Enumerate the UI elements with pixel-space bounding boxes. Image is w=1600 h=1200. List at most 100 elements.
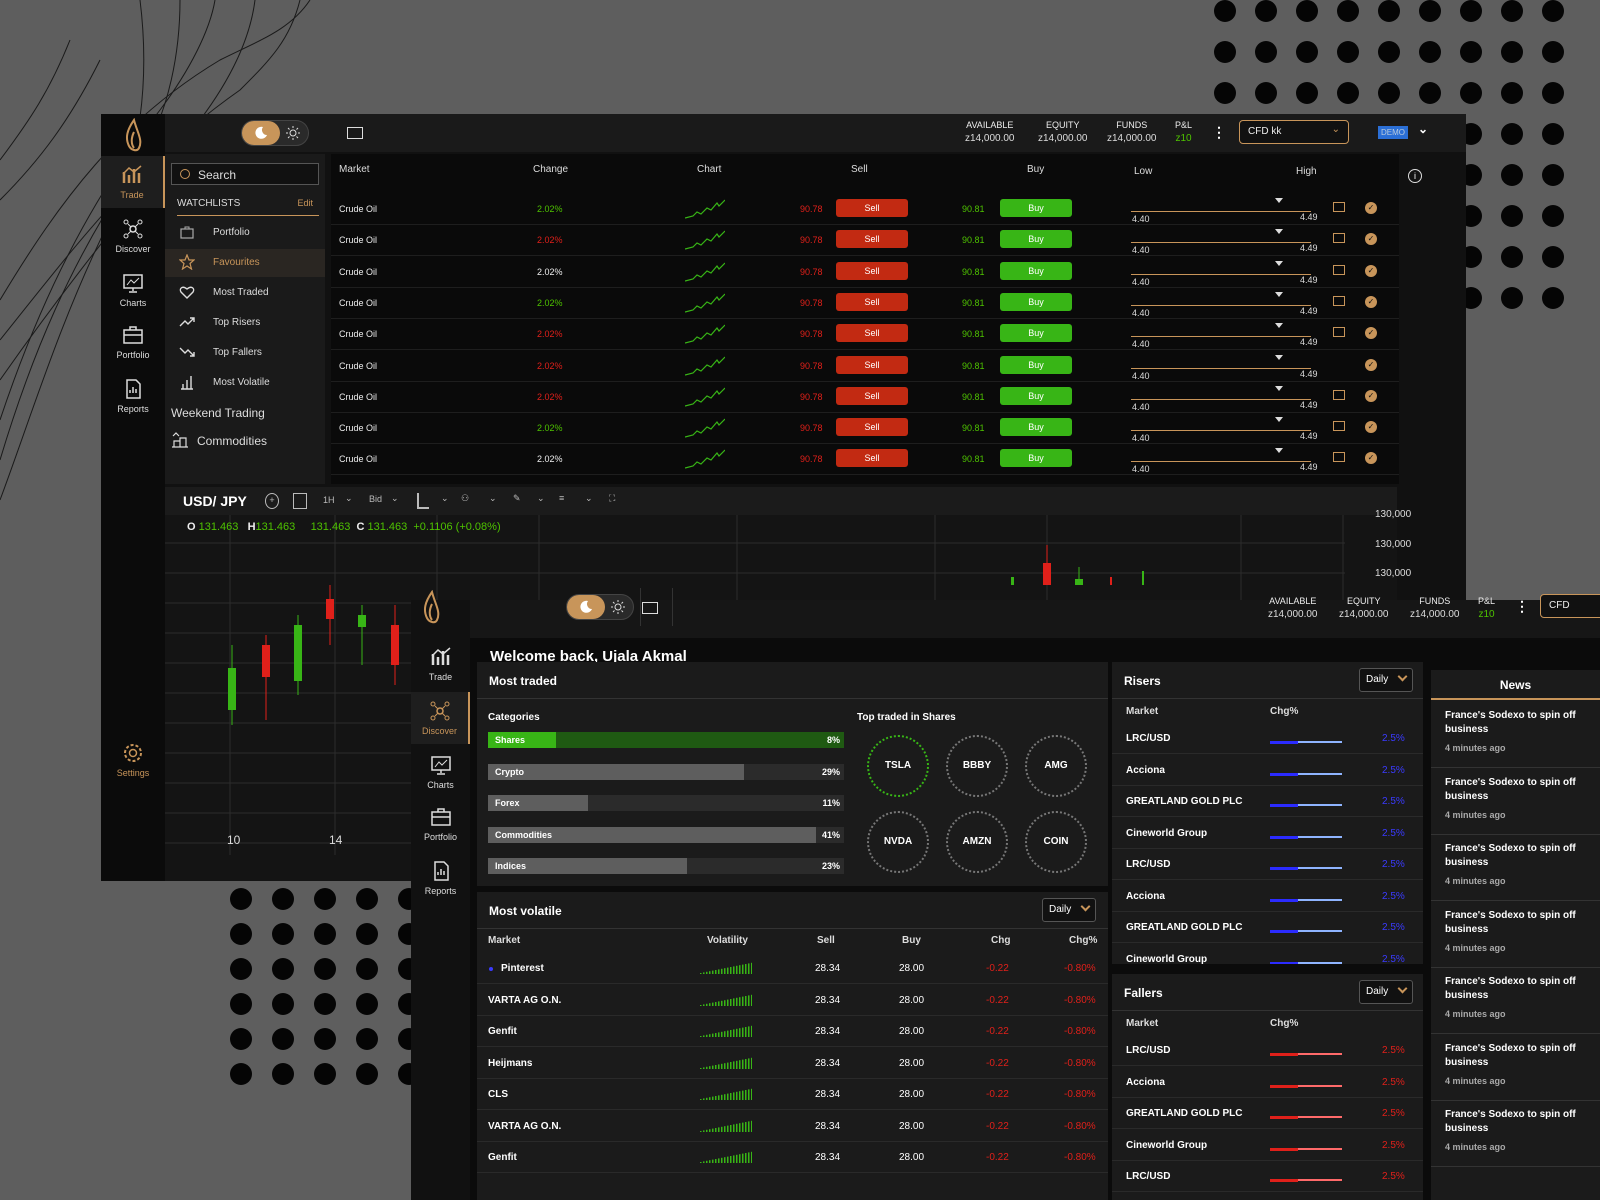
table-row[interactable]: VARTA AG O.N. 28.34 28.00 -0.22 -0.80% xyxy=(477,1110,1108,1142)
check-icon[interactable]: ✓ xyxy=(1365,327,1377,340)
monitor-icon[interactable] xyxy=(1333,202,1345,212)
drawing-tools-icon[interactable]: ⚇ xyxy=(461,493,469,509)
more-options-icon[interactable]: ⋮ xyxy=(1212,124,1226,141)
table-row[interactable]: GREATLAND GOLD PLC 2.5% xyxy=(1112,911,1423,943)
commodities-link[interactable]: Commodities xyxy=(171,432,267,448)
sell-button[interactable]: Sell xyxy=(836,230,908,249)
category-bar[interactable]: Indices 23% xyxy=(488,858,844,874)
market-row[interactable]: Crude Oil 2.02% 90.78 Sell 90.81 Buy 4.40 4.49 ✓ xyxy=(331,257,1399,288)
sell-button[interactable]: Sell xyxy=(836,324,908,343)
account-select[interactable]: CFD xyxy=(1540,594,1600,618)
monitor-icon[interactable] xyxy=(1333,295,1345,306)
nav-portfolio[interactable]: Portfolio xyxy=(411,798,470,850)
table-row[interactable]: Heijmans 28.34 28.00 -0.22 -0.80% xyxy=(477,1047,1108,1079)
nav-reports[interactable]: Reports xyxy=(101,370,165,422)
buy-button[interactable]: Buy xyxy=(1000,418,1072,437)
top-share-amzn[interactable]: AMZN xyxy=(946,811,1008,873)
table-row[interactable]: LRC/USD 2.5% xyxy=(1112,848,1423,880)
category-bar[interactable]: Shares 8% xyxy=(488,732,844,748)
monitor-icon[interactable] xyxy=(1333,327,1345,338)
nav-charts[interactable]: Charts xyxy=(101,264,165,316)
nav-trade[interactable]: Trade xyxy=(101,156,165,208)
check-icon[interactable]: ✓ xyxy=(1365,295,1377,308)
market-row[interactable]: Crude Oil 2.02% 90.78 Sell 90.81 Buy 4.40 4.49 ✓ xyxy=(331,444,1399,476)
table-row[interactable]: Acciona 2.5% xyxy=(1112,754,1423,786)
weekend-trading-link[interactable]: Weekend Trading xyxy=(171,406,265,420)
buy-button[interactable]: Buy xyxy=(1000,449,1072,468)
buy-button[interactable]: Buy xyxy=(1000,355,1072,374)
chevron-down-icon[interactable]: ⌄ xyxy=(537,493,545,509)
search-input[interactable]: Search xyxy=(171,163,319,185)
watchlist-item[interactable]: Most Traded xyxy=(165,279,325,307)
pencil-icon[interactable]: ✎ xyxy=(513,493,521,509)
table-row[interactable]: Cineworld Group 2.5% xyxy=(1112,817,1423,849)
sell-button[interactable]: Sell xyxy=(836,199,908,217)
account-select[interactable]: CFD kk ⌄ xyxy=(1239,120,1349,144)
top-share-tsla[interactable]: TSLA xyxy=(867,735,929,797)
check-icon[interactable]: ✓ xyxy=(1365,358,1377,371)
news-item[interactable]: France's Sodexo to spin off business 4 mi… xyxy=(1431,769,1600,835)
check-icon[interactable]: ✓ xyxy=(1365,452,1377,465)
chevron-down-icon[interactable]: ⌄ xyxy=(345,493,353,509)
monitor-icon[interactable] xyxy=(1333,421,1345,432)
market-row[interactable]: Crude Oil 2.02% 90.78 Sell 90.81 Buy 4.40 4.49 ✓ xyxy=(331,351,1399,382)
mail-icon[interactable] xyxy=(642,602,658,614)
category-bar[interactable]: Commodities 41% xyxy=(488,826,844,843)
table-row[interactable]: Acciona 2.5% xyxy=(1112,880,1423,912)
buy-button[interactable]: Buy xyxy=(1000,230,1072,249)
more-options-icon[interactable]: ⋮ xyxy=(1515,598,1529,615)
table-row[interactable]: Genfit 28.34 28.00 -0.22 -0.80% xyxy=(477,1015,1108,1047)
watchlist-item[interactable]: Portfolio xyxy=(165,219,325,247)
database-icon[interactable]: ≡ xyxy=(559,493,564,509)
check-icon[interactable]: ✓ xyxy=(1365,389,1377,402)
monitor-icon[interactable] xyxy=(1333,389,1345,400)
top-share-bbby[interactable]: BBBY xyxy=(946,735,1008,797)
sell-button[interactable]: Sell xyxy=(836,449,908,468)
chevron-down-icon[interactable]: ⌄ xyxy=(489,493,497,509)
market-row[interactable]: Crude Oil 2.02% 90.78 Sell 90.81 Buy 4.40 4.49 ✓ xyxy=(331,319,1399,351)
theme-toggle[interactable] xyxy=(241,120,309,146)
category-bar[interactable]: Forex 11% xyxy=(488,795,844,811)
nav-charts[interactable]: Charts xyxy=(411,746,470,798)
sell-button[interactable]: Sell xyxy=(836,418,908,437)
chevron-down-icon[interactable]: ⌄ xyxy=(441,493,449,509)
news-item[interactable]: France's Sodexo to spin off business 4 mi… xyxy=(1431,702,1600,768)
sell-button[interactable]: Sell xyxy=(836,355,908,374)
category-bar[interactable]: Crypto 29% xyxy=(488,763,844,780)
buy-button[interactable]: Buy xyxy=(1000,199,1072,217)
top-share-amg[interactable]: AMG xyxy=(1025,735,1087,797)
watchlist-item[interactable]: Most Volatile xyxy=(165,369,325,397)
table-row[interactable]: VARTA AG O.N. 28.34 28.00 -0.22 -0.80% xyxy=(477,984,1108,1016)
nav-reports[interactable]: Reports xyxy=(411,852,470,904)
nav-discover[interactable]: Discover xyxy=(411,692,470,744)
buy-button[interactable]: Buy xyxy=(1000,386,1072,405)
table-row[interactable]: LRC/USD 2.5% xyxy=(1112,1034,1423,1066)
period-dropdown[interactable]: Daily xyxy=(1359,980,1413,1004)
market-row[interactable]: Crude Oil 2.02% 90.78 Sell 90.81 Buy 4.40 4.49 ✓ xyxy=(331,288,1399,319)
buy-button[interactable]: Buy xyxy=(1000,261,1072,280)
check-icon[interactable]: ✓ xyxy=(1365,202,1377,214)
news-item[interactable]: France's Sodexo to spin off business 4 mi… xyxy=(1431,902,1600,968)
news-item[interactable]: France's Sodexo to spin off business 4 mi… xyxy=(1431,968,1600,1034)
table-row[interactable]: GREATLAND GOLD PLC 2.5% xyxy=(1112,1097,1423,1129)
monitor-icon[interactable] xyxy=(293,493,307,509)
table-row[interactable]: GREATLAND GOLD PLC 2.5% xyxy=(1112,785,1423,817)
market-row[interactable]: Crude Oil 2.02% 90.78 Sell 90.81 Buy 4.40 4.49 ✓ xyxy=(331,413,1399,445)
table-row[interactable]: Cineworld Group 2.5% xyxy=(1112,943,1423,964)
nav-settings[interactable]: Settings xyxy=(101,734,165,786)
add-indicator-icon[interactable]: + xyxy=(265,493,279,509)
check-icon[interactable]: ✓ xyxy=(1365,233,1377,246)
monitor-icon[interactable] xyxy=(1333,452,1345,463)
table-row[interactable]: Genfit 28.34 28.00 -0.22 -0.80% xyxy=(477,1141,1108,1173)
nav-trade[interactable]: Trade xyxy=(411,638,470,690)
table-row[interactable]: Cineworld Group 2.5% xyxy=(1112,1129,1423,1161)
market-row[interactable]: Crude Oil 2.02% 90.78 Sell 90.81 Buy 4.40 4.49 ✓ xyxy=(331,382,1399,413)
info-icon[interactable]: i xyxy=(1408,169,1422,183)
monitor-icon[interactable] xyxy=(1333,233,1345,244)
interval-select[interactable]: 1H xyxy=(323,495,335,511)
sell-button[interactable]: Sell xyxy=(836,386,908,405)
watchlist-item[interactable]: Top Risers xyxy=(165,309,325,337)
table-row[interactable]: CLS 28.34 28.00 -0.22 -0.80% xyxy=(477,1078,1108,1110)
top-share-coin[interactable]: COIN xyxy=(1025,811,1087,873)
mail-icon[interactable] xyxy=(347,127,363,139)
